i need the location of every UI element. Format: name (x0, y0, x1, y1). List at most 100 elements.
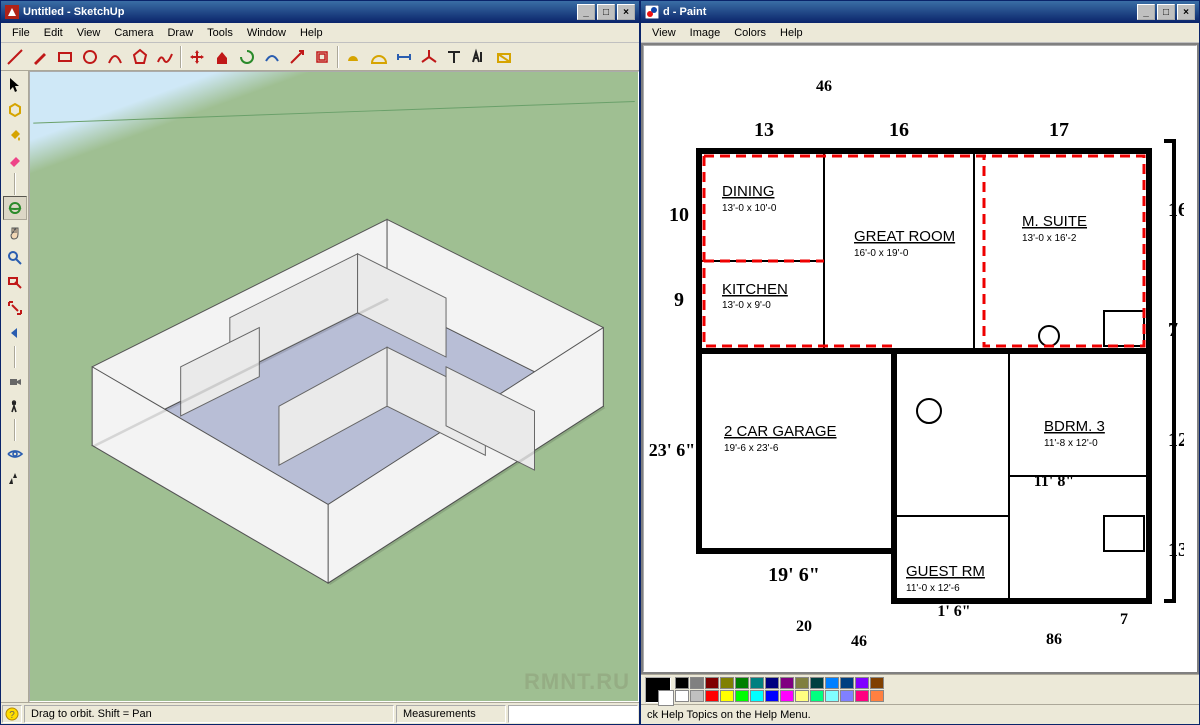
menu-help[interactable]: Help (293, 25, 330, 41)
axes-icon[interactable] (417, 45, 441, 69)
palette-swatch[interactable] (780, 677, 794, 689)
offset-icon[interactable] (310, 45, 334, 69)
palette-swatch[interactable] (765, 690, 779, 702)
palette-swatch[interactable] (825, 690, 839, 702)
followme-icon[interactable] (260, 45, 284, 69)
svg-text:10: 10 (669, 204, 689, 226)
palette-swatch[interactable] (720, 677, 734, 689)
palette-swatch[interactable] (870, 690, 884, 702)
freehand-icon[interactable] (153, 45, 177, 69)
svg-text:KITCHEN: KITCHEN (722, 281, 788, 298)
palette-swatch[interactable] (675, 677, 689, 689)
current-colors[interactable] (645, 677, 671, 703)
zoom-extents-icon[interactable] (3, 296, 27, 320)
palette-swatch[interactable] (690, 677, 704, 689)
palette-swatch[interactable] (855, 690, 869, 702)
orbit-icon[interactable] (3, 196, 27, 220)
sketchup-titlebar[interactable]: Untitled - SketchUp _ □ × (1, 1, 639, 23)
palette-swatch[interactable] (825, 677, 839, 689)
status-hint: Drag to orbit. Shift = Pan (24, 705, 394, 723)
look-around-icon[interactable] (3, 442, 27, 466)
menu-edit[interactable]: Edit (37, 25, 70, 41)
pan-icon[interactable] (3, 221, 27, 245)
pushpull-icon[interactable] (210, 45, 234, 69)
text-icon[interactable] (442, 45, 466, 69)
circle-icon[interactable] (78, 45, 102, 69)
menu-window[interactable]: Window (240, 25, 293, 41)
paint-titlebar[interactable]: d - Paint _ □ × (641, 1, 1199, 23)
palette-swatch[interactable] (810, 677, 824, 689)
maximize-button[interactable]: □ (597, 4, 615, 20)
rectangle-icon[interactable] (53, 45, 77, 69)
palette-swatch[interactable] (705, 677, 719, 689)
menu-view[interactable]: View (645, 25, 683, 41)
palette-swatch[interactable] (765, 677, 779, 689)
sketchup-viewport[interactable]: RMNT.RU (29, 71, 639, 702)
menu-help[interactable]: Help (773, 25, 810, 41)
paint-window: d - Paint _ □ × View Image Colors Help (640, 0, 1200, 725)
zoom-icon[interactable] (3, 246, 27, 270)
close-button[interactable]: × (617, 4, 635, 20)
arc-icon[interactable] (103, 45, 127, 69)
menu-file[interactable]: File (5, 25, 37, 41)
palette-swatch[interactable] (840, 690, 854, 702)
palette-swatch[interactable] (735, 677, 749, 689)
menu-colors[interactable]: Colors (727, 25, 773, 41)
palette-swatch[interactable] (810, 690, 824, 702)
status-measure-value[interactable] (508, 705, 638, 723)
color-palette (675, 677, 884, 702)
minimize-button[interactable]: _ (1137, 4, 1155, 20)
section-icon[interactable] (492, 45, 516, 69)
close-button[interactable]: × (1177, 4, 1195, 20)
pencil-icon[interactable] (28, 45, 52, 69)
svg-text:16: 16 (889, 119, 909, 141)
palette-swatch[interactable] (675, 690, 689, 702)
eraser-icon[interactable] (3, 148, 27, 172)
move-icon[interactable] (185, 45, 209, 69)
scale-icon[interactable] (285, 45, 309, 69)
palette-swatch[interactable] (735, 690, 749, 702)
rotate-icon[interactable] (235, 45, 259, 69)
status-help-icon[interactable]: ? (2, 705, 22, 723)
palette-swatch[interactable] (780, 690, 794, 702)
svg-text:46: 46 (851, 633, 867, 650)
separator (14, 346, 16, 368)
paint-bucket-icon[interactable] (3, 123, 27, 147)
svg-text:20: 20 (796, 618, 812, 635)
svg-text:11'-8 x 12'-0: 11'-8 x 12'-0 (1044, 438, 1098, 449)
protractor-icon[interactable] (367, 45, 391, 69)
paint-canvas[interactable]: DINING 13'-0 x 10'-0 GREAT ROOM 16'-0 x … (643, 45, 1197, 672)
position-camera-icon[interactable] (3, 369, 27, 393)
walk-icon[interactable] (3, 394, 27, 418)
sketchup-menubar: File Edit View Camera Draw Tools Window … (1, 23, 639, 43)
component-icon[interactable] (3, 98, 27, 122)
svg-text:16'-0 x 19'-0: 16'-0 x 19'-0 (854, 248, 909, 259)
menu-tools[interactable]: Tools (200, 25, 240, 41)
svg-text:M. SUITE: M. SUITE (1022, 213, 1087, 230)
palette-swatch[interactable] (750, 690, 764, 702)
zoom-window-icon[interactable] (3, 271, 27, 295)
palette-swatch[interactable] (795, 677, 809, 689)
menu-image[interactable]: Image (683, 25, 728, 41)
palette-swatch[interactable] (855, 677, 869, 689)
line-icon[interactable] (3, 45, 27, 69)
maximize-button[interactable]: □ (1157, 4, 1175, 20)
select-icon[interactable] (3, 73, 27, 97)
palette-swatch[interactable] (840, 677, 854, 689)
palette-swatch[interactable] (795, 690, 809, 702)
palette-swatch[interactable] (720, 690, 734, 702)
menu-view[interactable]: View (70, 25, 108, 41)
palette-swatch[interactable] (705, 690, 719, 702)
palette-swatch[interactable] (750, 677, 764, 689)
shadows-icon[interactable] (3, 467, 27, 491)
tape-icon[interactable] (342, 45, 366, 69)
menu-camera[interactable]: Camera (107, 25, 160, 41)
menu-draw[interactable]: Draw (160, 25, 200, 41)
minimize-button[interactable]: _ (577, 4, 595, 20)
palette-swatch[interactable] (690, 690, 704, 702)
palette-swatch[interactable] (870, 677, 884, 689)
polygon-icon[interactable] (128, 45, 152, 69)
3dtext-icon[interactable] (467, 45, 491, 69)
dimension-icon[interactable] (392, 45, 416, 69)
previous-icon[interactable] (3, 321, 27, 345)
